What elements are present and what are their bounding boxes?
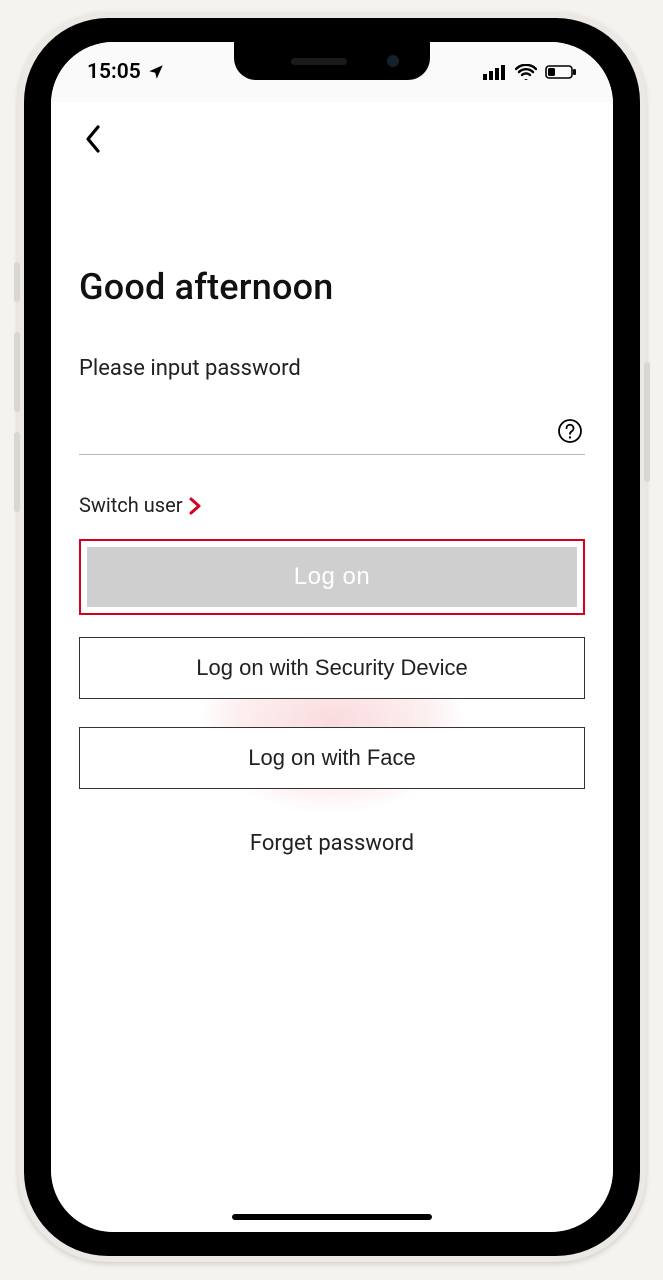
phone-side-button	[14, 432, 20, 512]
switch-user-link[interactable]: Switch user	[79, 493, 203, 517]
back-button[interactable]	[75, 121, 111, 157]
forget-password-link[interactable]: Forget password	[79, 831, 585, 856]
logon-security-device-button[interactable]: Log on with Security Device	[79, 637, 585, 699]
password-input[interactable]	[79, 412, 555, 454]
chevron-left-icon	[83, 124, 103, 154]
location-arrow-icon	[147, 63, 165, 81]
password-help-button[interactable]	[555, 416, 585, 446]
front-camera	[387, 55, 399, 67]
battery-icon	[545, 64, 577, 80]
phone-side-button	[14, 332, 20, 412]
notch	[234, 42, 430, 80]
greeting-title: Good afternoon	[79, 266, 585, 308]
logon-face-button[interactable]: Log on with Face	[79, 727, 585, 789]
phone-side-button	[644, 362, 650, 482]
switch-user-label: Switch user	[79, 493, 183, 517]
password-row	[79, 391, 585, 455]
phone-bezel: 15:05	[24, 18, 640, 1256]
screen: 15:05	[51, 42, 613, 1232]
phone-side-button	[14, 262, 20, 302]
chevron-right-icon	[187, 497, 203, 515]
wifi-icon	[515, 64, 537, 80]
status-time: 15:05	[87, 60, 141, 84]
phone-frame: 15:05	[18, 12, 646, 1262]
login-content: Good afternoon Please input password Swi…	[51, 174, 613, 1232]
logon-button[interactable]: Log on	[87, 547, 577, 607]
logon-highlight-box: Log on	[79, 539, 585, 615]
speaker-slot	[291, 58, 347, 65]
cellular-signal-icon	[483, 64, 507, 80]
home-indicator[interactable]	[232, 1214, 432, 1220]
help-circle-icon	[557, 418, 583, 444]
password-prompt: Please input password	[79, 356, 585, 381]
top-bar	[51, 102, 613, 174]
